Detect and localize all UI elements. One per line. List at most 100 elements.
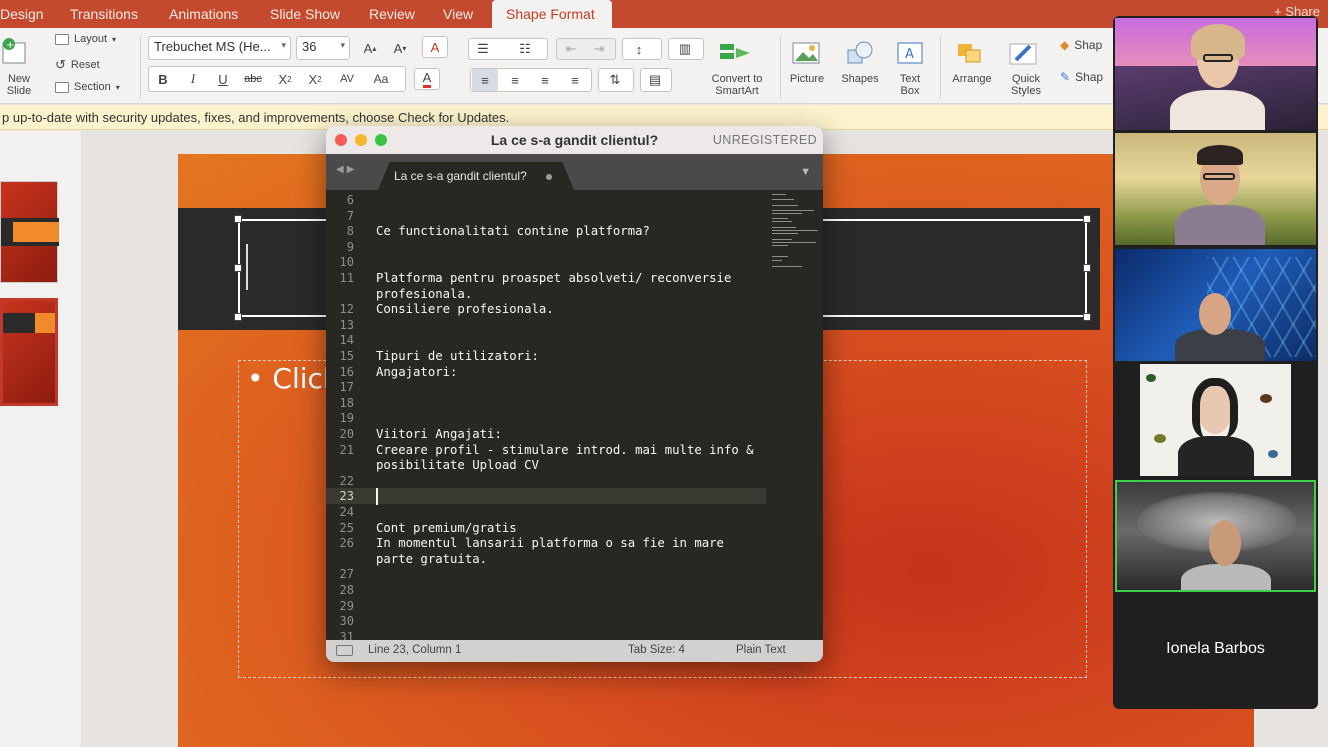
pen-icon: ✎ (1060, 70, 1071, 84)
line-number: 22 (339, 473, 354, 488)
slide-thumbnail-2[interactable] (0, 298, 58, 406)
clear-formatting-icon[interactable]: A (422, 36, 448, 58)
editor-tab-strip: ◀▶ La ce s-a gandit clientul? ▼ (326, 154, 823, 190)
convert-smartart-label[interactable]: Convert to SmartArt (702, 73, 772, 97)
align-text-icon[interactable]: ▤ (642, 69, 668, 91)
participant-video-tile[interactable] (1115, 18, 1316, 130)
picture-icon[interactable] (788, 38, 824, 68)
text-box-label[interactable]: Text Box (890, 73, 930, 97)
underline-icon[interactable]: U (210, 68, 236, 90)
status-cursor-position: Line 23, Column 1 (368, 644, 462, 656)
arrange-icon[interactable] (950, 38, 990, 68)
tab-design[interactable]: Design (0, 0, 58, 28)
divider (780, 36, 781, 98)
decrease-indent-icon[interactable]: ⇤ (558, 38, 584, 60)
unsaved-dot-icon (546, 174, 552, 180)
minimap[interactable] (770, 190, 822, 290)
resize-handle[interactable] (1083, 215, 1091, 223)
code-line: Creeare profil - stimulare introd. mai m… (376, 442, 754, 457)
current-line-highlight (326, 488, 766, 505)
subscript-icon[interactable]: X2 (302, 68, 328, 90)
increase-font-icon[interactable]: A ▴ (357, 37, 383, 59)
resize-handle[interactable] (1083, 313, 1091, 321)
slide-thumbnail-1[interactable] (0, 181, 59, 283)
code-line: Cont premium/gratis (376, 520, 517, 535)
arrange-label[interactable]: Arrange (944, 73, 1000, 85)
tab-shape-format[interactable]: Shape Format (492, 0, 612, 28)
columns-icon[interactable]: ▥ (672, 38, 698, 60)
layout-button[interactable]: Layout ▾ (55, 33, 116, 45)
status-tab-size[interactable]: Tab Size: 4 (628, 644, 685, 656)
strikethrough-icon[interactable]: abc (240, 68, 266, 90)
font-size-select[interactable]: 36 ▾ (296, 36, 350, 60)
code-line: posibilitate Upload CV (376, 458, 539, 473)
tab-animations[interactable]: Animations (155, 0, 252, 28)
participant-video-tile[interactable] (1115, 249, 1316, 361)
line-number: 11 (339, 271, 354, 285)
paint-bucket-icon: ◆ (1060, 38, 1070, 52)
align-center-icon[interactable]: ≡ (502, 69, 528, 91)
tab-nav-arrows-icon[interactable]: ◀▶ (336, 164, 357, 175)
font-color-icon[interactable]: A (414, 68, 440, 90)
text-cursor (246, 244, 248, 290)
numbering-icon[interactable]: ☷ (512, 38, 538, 60)
reset-button[interactable]: ↺ Reset (55, 57, 100, 73)
shape-fill-button[interactable]: ◆ Shap (1060, 38, 1102, 52)
superscript-icon[interactable]: X2 (272, 68, 298, 90)
shape-outline-button[interactable]: ✎ Shap (1060, 70, 1103, 84)
editor-tab[interactable]: La ce s-a gandit clientul? (378, 162, 574, 190)
italic-icon[interactable]: I (180, 68, 206, 90)
line-number: 28 (339, 583, 354, 597)
line-number: 16 (339, 364, 354, 379)
code-line: profesionala. (376, 286, 473, 301)
align-left-icon[interactable]: ≡ (472, 69, 498, 91)
text-box-icon[interactable]: A (892, 38, 928, 68)
resize-handle[interactable] (234, 264, 242, 272)
character-spacing-icon[interactable]: AV (334, 68, 360, 90)
justify-icon[interactable]: ≡ (562, 69, 588, 91)
participant-video-tile[interactable] (1140, 364, 1291, 476)
smartart-icon[interactable] (715, 38, 755, 68)
tab-slide-show[interactable]: Slide Show (256, 0, 354, 28)
editor-text-area[interactable]: 6 7 8 Ce functionalitati contine platforma?… (326, 190, 823, 640)
participant-name-ionela-barbos: Ionela Barbos (1166, 640, 1265, 657)
bullets-icon[interactable]: ☰ (470, 38, 496, 60)
shapes-icon[interactable] (842, 38, 878, 68)
tab-review[interactable]: Review (355, 0, 429, 28)
editor-title-bar[interactable]: La ce s-a gandit clientul? UNREGISTERED (326, 126, 823, 154)
decrease-font-icon[interactable]: A ▾ (387, 37, 413, 59)
resize-handle[interactable] (234, 215, 242, 223)
text-direction-icon[interactable]: ⇅ (602, 69, 628, 91)
tab-transitions[interactable]: Transitions (56, 0, 152, 28)
change-case-icon[interactable]: Aa (368, 68, 394, 90)
new-slide-icon[interactable]: + (0, 36, 28, 68)
code-line: parte gratuita. (376, 551, 488, 566)
line-number: 19 (339, 411, 354, 426)
line-number: 8 (346, 224, 354, 239)
line-number: 21 (339, 442, 354, 457)
picture-label[interactable]: Picture (784, 73, 830, 85)
text-caret (376, 488, 378, 506)
participant-video-tile[interactable] (1115, 133, 1316, 245)
font-name-select[interactable]: Trebuchet MS (He... ▾ (148, 36, 291, 60)
increase-indent-icon[interactable]: ⇥ (586, 38, 612, 60)
unregistered-label: UNREGISTERED (712, 133, 817, 147)
console-toggle-icon[interactable] (336, 645, 353, 656)
status-syntax[interactable]: Plain Text (736, 644, 786, 656)
section-button[interactable]: Section ▾ (55, 81, 120, 93)
line-spacing-icon[interactable]: ↕ (626, 38, 652, 60)
quick-styles-icon[interactable] (1004, 38, 1044, 68)
shapes-label[interactable]: Shapes (836, 73, 884, 85)
quick-styles-label[interactable]: Quick Styles (1000, 73, 1052, 97)
new-slide-label[interactable]: New Slide (0, 73, 38, 97)
line-number: 17 (339, 380, 354, 395)
line-number: 23 (339, 489, 354, 504)
tab-view[interactable]: View (429, 0, 487, 28)
tab-menu-icon[interactable]: ▼ (800, 166, 811, 178)
bold-icon[interactable]: B (150, 68, 176, 90)
resize-handle[interactable] (234, 313, 242, 321)
resize-handle[interactable] (1083, 264, 1091, 272)
slide-thumbnail-pane (0, 131, 82, 747)
align-right-icon[interactable]: ≡ (532, 69, 558, 91)
participant-video-tile-active-speaker[interactable] (1115, 480, 1316, 592)
